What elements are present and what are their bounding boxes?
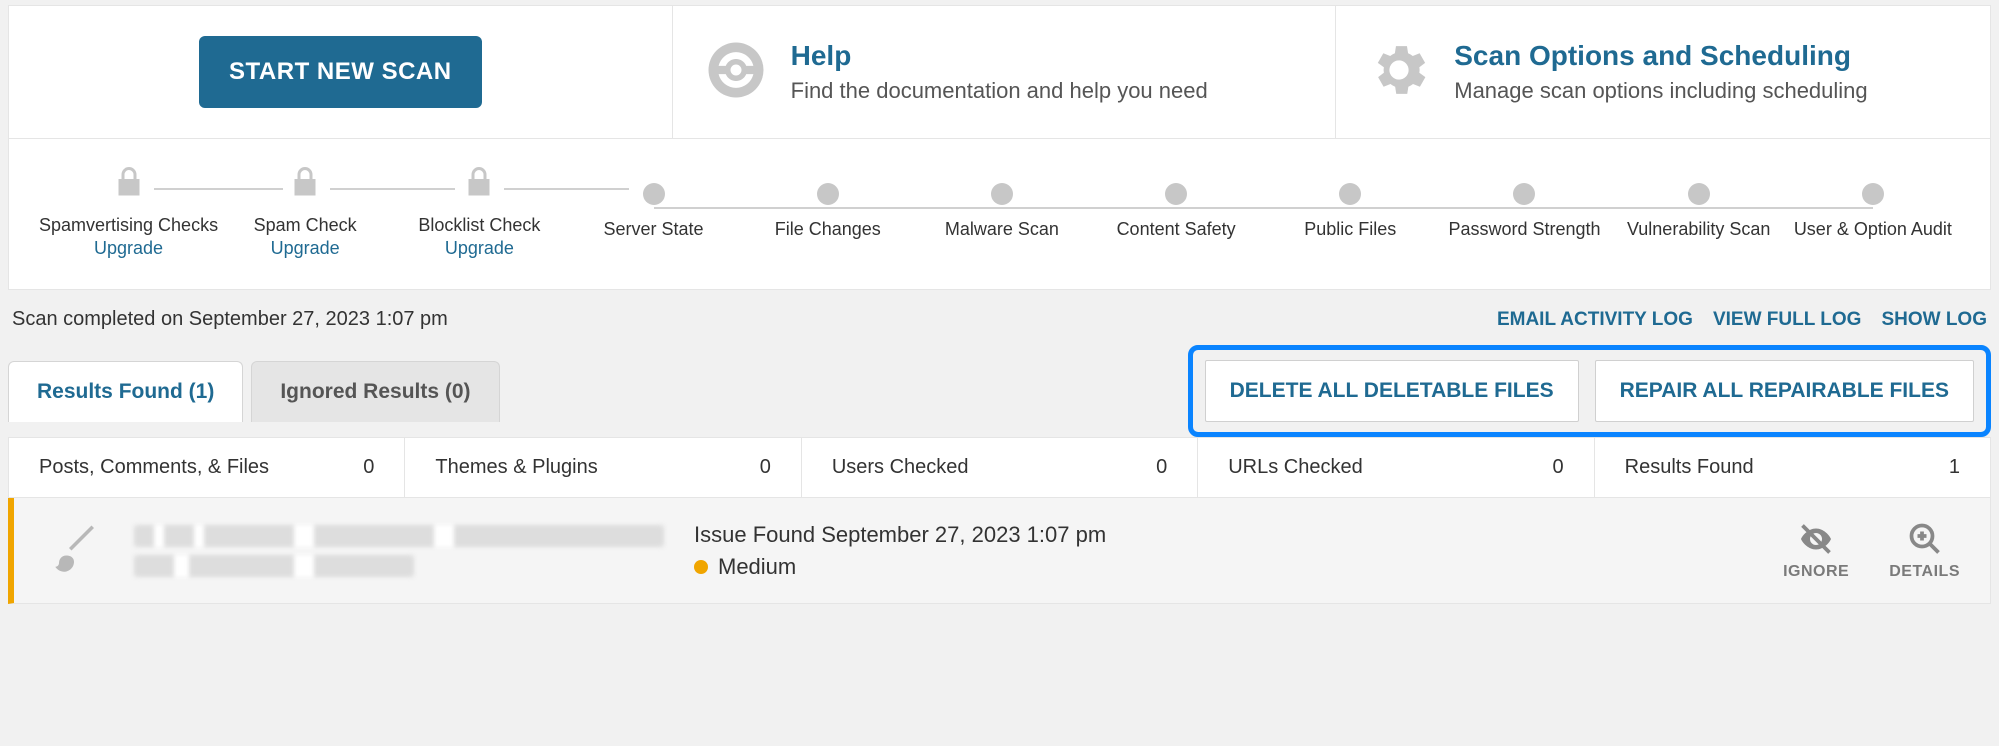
stage-dot-icon <box>1339 183 1361 205</box>
bulk-actions-highlight: DELETE ALL DELETABLE FILES REPAIR ALL RE… <box>1188 345 1991 437</box>
options-subtitle: Manage scan options including scheduling <box>1454 78 1867 104</box>
help-subtitle: Find the documentation and help you need <box>791 78 1208 104</box>
start-scan-button[interactable]: START NEW SCAN <box>199 36 482 108</box>
stat-item: Themes & Plugins 0 <box>405 438 801 497</box>
stat-label: Users Checked <box>832 456 969 479</box>
top-cards: START NEW SCAN Help Find the documentati… <box>8 5 1991 139</box>
repair-all-button[interactable]: REPAIR ALL REPAIRABLE FILES <box>1595 360 1974 422</box>
show-log-link[interactable]: SHOW LOG <box>1881 309 1987 331</box>
result-tabs: Results Found (1) Ignored Results (0) <box>8 361 500 422</box>
stage-item: File Changes <box>741 183 915 240</box>
stage-label: Vulnerability Scan <box>1627 219 1770 240</box>
stage-item: Public Files <box>1263 183 1437 240</box>
lock-icon <box>461 164 497 205</box>
gear-icon <box>1366 37 1432 108</box>
scan-stages: Spamvertising ChecksUpgradeSpam CheckUpg… <box>8 139 1991 290</box>
stage-dot-icon <box>643 183 665 205</box>
start-scan-card: START NEW SCAN <box>9 6 673 138</box>
upgrade-link[interactable]: Upgrade <box>94 238 163 259</box>
stage-item: Spamvertising ChecksUpgrade <box>39 164 218 259</box>
details-label: DETAILS <box>1889 563 1960 581</box>
stage-label: Server State <box>604 219 704 240</box>
issue-description-redacted <box>134 525 664 577</box>
issue-meta: Issue Found September 27, 2023 1:07 pm M… <box>694 522 1753 580</box>
stage-item: Server State <box>566 183 740 240</box>
ignore-label: IGNORE <box>1783 563 1849 581</box>
options-card[interactable]: Scan Options and Scheduling Manage scan … <box>1336 6 1990 138</box>
tabs-actions-row: Results Found (1) Ignored Results (0) DE… <box>8 345 1991 437</box>
options-title: Scan Options and Scheduling <box>1454 40 1867 72</box>
stat-label: Themes & Plugins <box>435 456 597 479</box>
help-card[interactable]: Help Find the documentation and help you… <box>673 6 1337 138</box>
upgrade-link[interactable]: Upgrade <box>445 238 514 259</box>
tab-results-found[interactable]: Results Found (1) <box>8 361 243 422</box>
stage-dot-icon <box>1688 183 1710 205</box>
stage-item: User & Option Audit <box>1786 183 1960 240</box>
email-log-link[interactable]: EMAIL ACTIVITY LOG <box>1497 309 1693 331</box>
scan-status-text: Scan completed on September 27, 2023 1:0… <box>12 308 448 331</box>
stat-item: Posts, Comments, & Files 0 <box>9 438 405 497</box>
stat-value: 0 <box>760 456 771 479</box>
stat-value: 0 <box>363 456 374 479</box>
stage-label: Spam Check <box>254 215 357 236</box>
stage-label: User & Option Audit <box>1794 219 1952 240</box>
status-bar: Scan completed on September 27, 2023 1:0… <box>8 290 1991 345</box>
stage-item: Vulnerability Scan <box>1612 183 1786 240</box>
stat-label: Posts, Comments, & Files <box>39 456 269 479</box>
severity-dot-icon <box>694 560 708 574</box>
stage-label: File Changes <box>775 219 881 240</box>
stats-row: Posts, Comments, & Files0Themes & Plugin… <box>8 437 1991 498</box>
stage-dot-icon <box>1513 183 1535 205</box>
stat-label: URLs Checked <box>1228 456 1363 479</box>
issue-found-text: Issue Found September 27, 2023 1:07 pm <box>694 522 1753 548</box>
issue-actions: IGNORE DETAILS <box>1783 521 1960 581</box>
issue-severity: Medium <box>694 554 1753 580</box>
stage-item: Password Strength <box>1437 183 1611 240</box>
lock-icon <box>287 164 323 205</box>
ignore-button[interactable]: IGNORE <box>1783 521 1849 581</box>
help-title: Help <box>791 40 1208 72</box>
stage-label: Malware Scan <box>945 219 1059 240</box>
stat-item: Users Checked 0 <box>802 438 1198 497</box>
stage-item: Spam CheckUpgrade <box>218 164 392 259</box>
stage-item: Content Safety <box>1089 183 1263 240</box>
stat-label: Results Found <box>1625 456 1754 479</box>
severity-label: Medium <box>718 554 796 580</box>
stage-dot-icon <box>1862 183 1884 205</box>
stat-value: 0 <box>1156 456 1167 479</box>
stage-item: Blocklist CheckUpgrade <box>392 164 566 259</box>
stage-label: Content Safety <box>1117 219 1236 240</box>
stage-label: Public Files <box>1304 219 1396 240</box>
stage-dot-icon <box>1165 183 1187 205</box>
stage-label: Spamvertising Checks <box>39 215 218 236</box>
stat-item: URLs Checked 0 <box>1198 438 1594 497</box>
stage-label: Password Strength <box>1448 219 1600 240</box>
details-button[interactable]: DETAILS <box>1889 521 1960 581</box>
stage-dot-icon <box>817 183 839 205</box>
stage-dot-icon <box>991 183 1013 205</box>
tab-ignored-results[interactable]: Ignored Results (0) <box>251 361 499 422</box>
stat-item: Results Found 1 <box>1595 438 1990 497</box>
stage-item: Malware Scan <box>915 183 1089 240</box>
log-links: EMAIL ACTIVITY LOG VIEW FULL LOG SHOW LO… <box>1497 309 1987 331</box>
stat-value: 1 <box>1949 456 1960 479</box>
stat-value: 0 <box>1553 456 1564 479</box>
issue-row: Issue Found September 27, 2023 1:07 pm M… <box>8 498 1991 604</box>
view-log-link[interactable]: VIEW FULL LOG <box>1713 309 1861 331</box>
stage-label: Blocklist Check <box>418 215 540 236</box>
upgrade-link[interactable]: Upgrade <box>271 238 340 259</box>
lock-icon <box>111 164 147 205</box>
help-icon <box>703 37 769 108</box>
brush-icon <box>44 518 104 583</box>
delete-all-button[interactable]: DELETE ALL DELETABLE FILES <box>1205 360 1579 422</box>
